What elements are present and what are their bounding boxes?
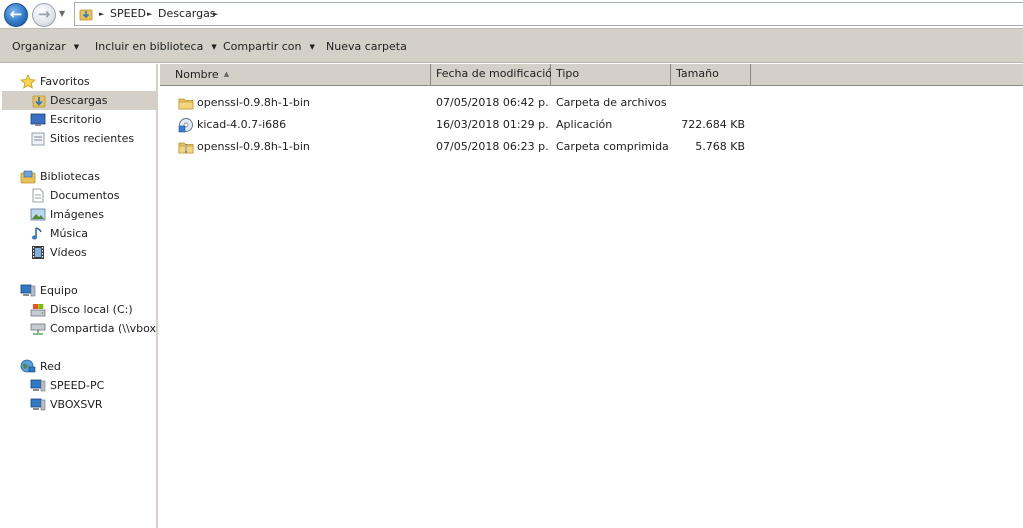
breadcrumb-speed[interactable]: SPEED xyxy=(110,6,146,22)
file-type: Carpeta comprimida... xyxy=(556,140,670,153)
organize-button[interactable]: Organizar ▼ xyxy=(12,39,79,55)
sidebar-item-equipo[interactable]: Equipo xyxy=(18,281,156,300)
column-header-tipo[interactable]: Tipo xyxy=(551,64,671,86)
file-date: 07/05/2018 06:23 p... xyxy=(436,140,550,153)
sidebar-item-red[interactable]: Red xyxy=(18,357,156,376)
file-name: openssl-0.9.8h-1-bin xyxy=(197,140,310,153)
chevron-down-icon: ▼ xyxy=(211,43,217,51)
computer-icon xyxy=(30,379,46,392)
share-with-button[interactable]: Compartir con ▼ xyxy=(223,39,315,55)
pictures-icon xyxy=(30,208,46,221)
breadcrumb-separator[interactable]: ► xyxy=(99,6,104,22)
back-button[interactable]: ← xyxy=(4,3,28,27)
sidebar-label: Disco local (C:) xyxy=(50,303,133,316)
table-row[interactable]: openssl-0.9.8h-1-bin 07/05/2018 06:23 p.… xyxy=(160,136,760,158)
sidebar-label: Sitios recientes xyxy=(50,132,135,145)
sidebar-item-bibliotecas[interactable]: Bibliotecas xyxy=(18,167,156,186)
sidebar-label: Bibliotecas xyxy=(40,170,101,183)
sidebar-label: Descargas xyxy=(50,94,108,107)
column-header-label: Nombre xyxy=(175,68,219,81)
sidebar-item-descargas[interactable]: Descargas xyxy=(2,91,156,110)
file-list[interactable]: Nombre ▲ Fecha de modificación Tipo Tamañ… xyxy=(160,64,1023,528)
recent-places-icon xyxy=(31,132,45,146)
documents-icon xyxy=(32,188,44,203)
sidebar-item-disco-local[interactable]: Disco local (C:) xyxy=(30,300,156,319)
chevron-down-icon: ▼ xyxy=(73,43,80,51)
column-header-nombre[interactable]: Nombre ▲ xyxy=(160,64,431,86)
file-name: kicad-4.0.7-i686 xyxy=(197,118,287,131)
new-folder-button[interactable]: Nueva carpeta xyxy=(326,39,407,55)
file-date: 07/05/2018 06:42 p... xyxy=(436,96,550,109)
star-icon xyxy=(20,74,36,89)
column-header-fecha[interactable]: Fecha de modificación xyxy=(431,64,559,86)
sidebar-label: Compartida (\\vboxsrv xyxy=(50,322,156,335)
libraries-icon xyxy=(20,170,36,184)
sidebar-label: SPEED-PC xyxy=(50,379,105,392)
chevron-down-icon: ▼ xyxy=(309,43,315,51)
sidebar-label: Documentos xyxy=(50,189,120,202)
navigation-pane[interactable]: Favoritos Descargas Escritorio Sitios re… xyxy=(0,64,158,528)
film-icon xyxy=(32,246,44,259)
music-note-icon xyxy=(32,227,42,240)
sidebar-item-imagenes[interactable]: Imágenes xyxy=(30,205,156,224)
sidebar-label: VBOXSVR xyxy=(50,398,103,411)
sidebar-label: Red xyxy=(40,360,61,373)
table-row[interactable]: openssl-0.9.8h-1-bin 07/05/2018 06:42 p.… xyxy=(160,92,760,114)
sidebar-item-favoritos[interactable]: Favoritos xyxy=(18,72,156,91)
downloads-folder-icon xyxy=(32,95,46,108)
sidebar-label: Imágenes xyxy=(50,208,104,221)
file-type: Carpeta de archivos xyxy=(556,96,667,109)
sidebar-label: Escritorio xyxy=(50,113,102,126)
sidebar-item-videos[interactable]: Vídeos xyxy=(30,243,156,262)
computer-icon xyxy=(20,284,36,297)
column-header-filler xyxy=(751,64,1023,86)
file-size: 722.684 KB xyxy=(681,118,745,131)
include-label: Incluir en biblioteca xyxy=(95,40,204,53)
breadcrumb-descargas[interactable]: Descargas xyxy=(158,6,216,22)
forward-button[interactable]: → xyxy=(32,3,56,27)
share-label: Compartir con xyxy=(223,40,302,53)
network-drive-icon xyxy=(30,323,46,335)
include-in-library-button[interactable]: Incluir en biblioteca ▼ xyxy=(95,39,217,55)
command-bar: Organizar ▼ Incluir en biblioteca ▼ Compar… xyxy=(0,28,1023,63)
file-date: 16/03/2018 01:29 p... xyxy=(436,118,550,131)
network-icon xyxy=(20,359,36,373)
column-header-tamano[interactable]: Tamaño xyxy=(671,64,751,86)
table-row[interactable]: kicad-4.0.7-i686 16/03/2018 01:29 p... A… xyxy=(160,114,760,136)
sidebar-item-documentos[interactable]: Documentos xyxy=(30,186,156,205)
breadcrumb-separator[interactable]: ► xyxy=(147,6,152,22)
sidebar-item-speed-pc[interactable]: SPEED-PC xyxy=(30,376,156,395)
folder-icon xyxy=(178,98,194,110)
sidebar-item-vboxsvr[interactable]: VBOXSVR xyxy=(30,395,156,414)
breadcrumb-separator[interactable]: ► xyxy=(213,6,218,22)
sort-ascending-icon: ▲ xyxy=(223,70,230,78)
organize-label: Organizar xyxy=(12,40,66,53)
sidebar-label: Vídeos xyxy=(50,246,87,259)
zip-folder-icon xyxy=(178,142,194,154)
sidebar-item-sitios-recientes[interactable]: Sitios recientes xyxy=(30,129,156,148)
sidebar-item-escritorio[interactable]: Escritorio xyxy=(30,110,156,129)
address-bar-area: ← → ▼ ► SPEED ► Descargas ► xyxy=(0,0,1023,28)
sidebar-label: Música xyxy=(50,227,89,240)
recent-pages-dropdown[interactable]: ▼ xyxy=(59,9,69,19)
installer-icon xyxy=(178,118,193,133)
file-size: 5.768 KB xyxy=(695,140,745,153)
address-bar[interactable]: ► SPEED ► Descargas ► xyxy=(74,2,1023,26)
sidebar-item-compartida[interactable]: Compartida (\\vboxsrv xyxy=(30,319,156,338)
downloads-folder-icon xyxy=(79,9,93,21)
sidebar-item-musica[interactable]: Música xyxy=(30,224,156,243)
sidebar-label: Favoritos xyxy=(40,75,90,88)
computer-icon xyxy=(30,398,46,411)
desktop-icon xyxy=(30,113,46,126)
file-type: Aplicación xyxy=(556,118,613,131)
sidebar-label: Equipo xyxy=(40,284,78,297)
hard-drive-icon xyxy=(30,304,46,317)
file-name: openssl-0.9.8h-1-bin xyxy=(197,96,310,109)
